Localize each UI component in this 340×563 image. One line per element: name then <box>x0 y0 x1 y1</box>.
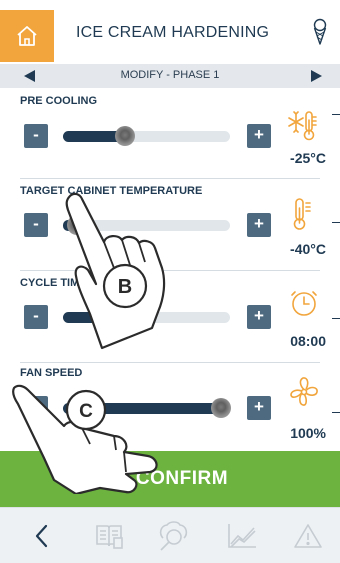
callout-c-label: C <box>79 401 93 422</box>
ice-cream-cone-icon <box>313 18 327 45</box>
divider-tick <box>332 318 340 319</box>
thermometer-icon <box>293 198 311 230</box>
back-button[interactable] <box>24 518 60 554</box>
pointing-hand-c-icon: C <box>12 384 158 494</box>
bottom-navigation <box>0 507 340 563</box>
home-button[interactable] <box>0 10 54 62</box>
clock-icon <box>291 291 317 316</box>
warning-button[interactable] <box>290 518 326 554</box>
chart-icon <box>228 524 256 548</box>
header: ICE CREAM HARDENING <box>0 0 340 64</box>
increase-button[interactable]: + <box>247 124 271 148</box>
recipe-book-button[interactable] <box>92 518 128 554</box>
snowflake-thermometer-icon <box>288 111 317 141</box>
decrease-button[interactable]: - <box>24 305 48 329</box>
ice-cream-scoop-button[interactable] <box>156 518 192 554</box>
increase-button[interactable]: + <box>247 396 271 420</box>
increase-button[interactable]: + <box>247 305 271 329</box>
control-value: -25°C <box>290 150 326 166</box>
divider-tick <box>332 412 340 413</box>
phase-label: MODIFY - PHASE 1 <box>120 69 220 81</box>
recipe-book-icon <box>96 525 123 549</box>
increase-button[interactable]: + <box>247 213 271 237</box>
page-title: ICE CREAM HARDENING <box>76 24 270 41</box>
ice-cream-scoop-icon <box>159 521 188 551</box>
divider-tick <box>332 114 340 115</box>
slider-knob[interactable] <box>211 398 231 418</box>
decrease-button[interactable]: - <box>24 124 48 148</box>
control-title: PRE COOLING <box>20 95 98 107</box>
control-value: 100% <box>290 425 326 441</box>
slider-knob[interactable] <box>115 126 135 146</box>
control-value: -40°C <box>290 241 326 257</box>
divider-tick <box>332 222 340 223</box>
control-title: FAN SPEED <box>20 367 83 379</box>
fan-icon <box>290 377 318 406</box>
back-icon <box>35 524 48 548</box>
phase-navigation-bar: MODIFY - PHASE 1 <box>0 64 340 88</box>
next-phase-arrow-icon[interactable] <box>311 70 322 82</box>
home-icon <box>17 26 37 46</box>
decrease-button[interactable]: - <box>24 213 48 237</box>
warning-icon <box>294 524 322 548</box>
slider-track[interactable] <box>63 126 230 146</box>
chart-button[interactable] <box>224 518 260 554</box>
pointing-hand-b-icon: B <box>65 192 166 350</box>
callout-b-label: B <box>118 276 132 298</box>
control-value: 08:00 <box>290 333 326 349</box>
control-pre-cooling: PRE COOLING - + -25°C <box>0 88 340 178</box>
